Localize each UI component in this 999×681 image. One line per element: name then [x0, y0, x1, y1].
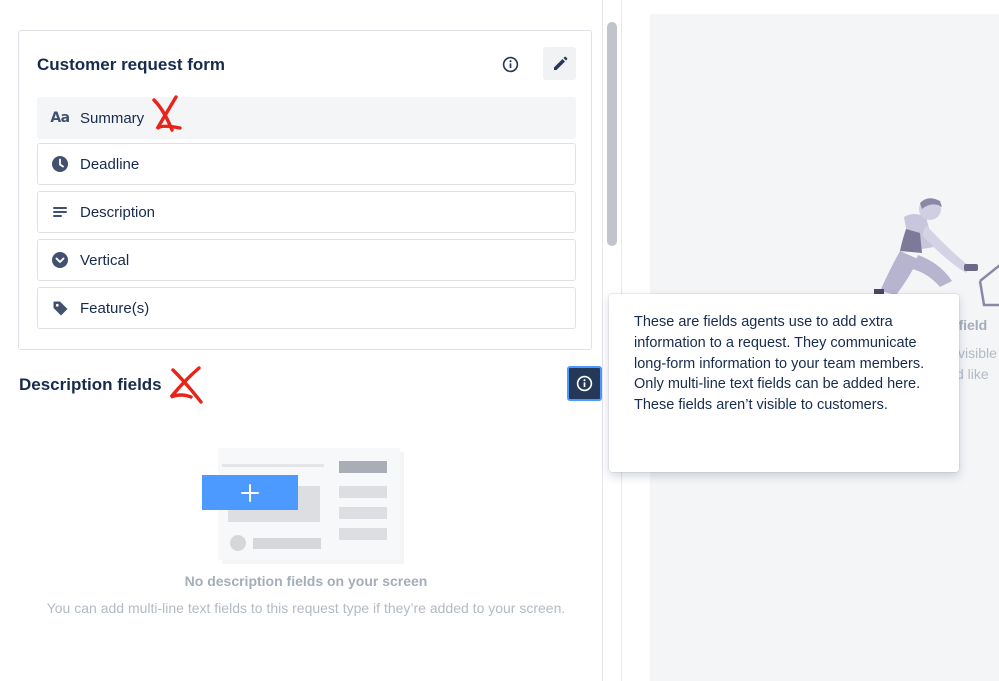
info-button[interactable] [497, 51, 523, 77]
chevron-circle-icon [50, 250, 70, 270]
tooltip-paragraph-2: Only multi-line text fields can be added… [634, 376, 921, 414]
pencil-icon [553, 56, 567, 70]
info-icon [576, 375, 593, 392]
edit-button[interactable] [543, 47, 576, 80]
info-tooltip: These are fields agents use to add extra… [609, 294, 959, 472]
red-x-annotation-description [169, 366, 203, 404]
field-row-summary[interactable]: Aa Summary [37, 97, 576, 139]
scrollbar-thumb[interactable] [607, 22, 617, 246]
tooltip-paragraph-1: These are fields agents use to add extra… [634, 314, 925, 372]
form-title: Customer request form [37, 55, 225, 74]
field-label-vertical: Vertical [80, 251, 130, 269]
lines-icon [50, 202, 70, 222]
preview-partial-text-3: d like [956, 366, 989, 382]
field-row-vertical[interactable]: Vertical [37, 239, 576, 281]
customer-request-form-card: Customer request form Aa Summary Deadlin… [18, 30, 592, 350]
text-aa-icon: Aa [50, 110, 70, 126]
info-icon [502, 56, 518, 72]
empty-state-title: No description fields on your screen [184, 573, 428, 589]
field-label-features: Feature(s) [80, 299, 150, 317]
field-label-description: Description [80, 203, 156, 221]
field-row-description[interactable]: Description [37, 191, 576, 233]
preview-partial-text-2: visible [958, 345, 997, 361]
empty-state-illustration [202, 448, 404, 564]
field-row-features[interactable]: Feature(s) [37, 287, 576, 329]
field-row-deadline[interactable]: Deadline [37, 143, 576, 185]
empty-state-description: You can add multi-line text fields to th… [46, 600, 566, 616]
description-info-button[interactable] [567, 366, 602, 401]
left-panel: Customer request form Aa Summary Deadlin… [0, 0, 603, 681]
person-illustration [874, 198, 999, 307]
field-label-summary: Summary [80, 109, 145, 127]
tag-icon [50, 298, 70, 318]
clock-icon [50, 154, 70, 174]
field-label-deadline: Deadline [80, 155, 140, 173]
description-fields-title: Description fields [19, 375, 162, 394]
